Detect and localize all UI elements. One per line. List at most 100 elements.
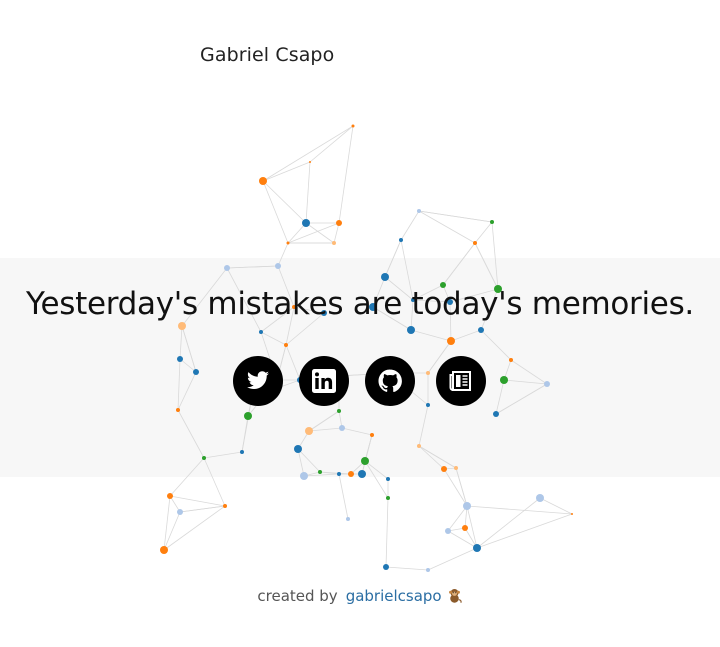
network-nodes <box>160 124 573 572</box>
newspaper-icon <box>449 371 471 391</box>
twitter-link[interactable] <box>233 356 283 406</box>
network-edge <box>169 495 226 507</box>
network-edge <box>418 445 457 469</box>
network-node <box>305 427 313 435</box>
network-node <box>259 330 263 334</box>
network-node <box>284 343 288 347</box>
network-edge <box>309 125 354 163</box>
network-edge <box>305 161 311 224</box>
network-node <box>294 445 302 453</box>
network-node <box>178 322 186 330</box>
network-node <box>286 241 290 245</box>
network-edge <box>179 325 183 360</box>
site-title: Gabriel Csapo <box>200 44 335 66</box>
network-node <box>176 408 180 412</box>
network-edge <box>179 358 197 373</box>
network-node <box>160 546 168 554</box>
network-edge <box>297 448 321 473</box>
network-edge <box>333 222 340 244</box>
network-node <box>318 470 322 474</box>
footer: created by gabrielcsapo <box>0 587 720 605</box>
network-edge <box>364 460 389 499</box>
linkedin-icon <box>312 369 336 393</box>
github-icon <box>378 369 402 393</box>
network-edge <box>385 566 429 571</box>
network-node <box>463 502 471 510</box>
twitter-icon <box>247 371 269 389</box>
network-node <box>167 493 173 499</box>
network-edge <box>474 221 493 244</box>
hero-quote: Yesterday's mistakes are today's memorie… <box>26 286 694 322</box>
linkedin-link[interactable] <box>299 356 349 406</box>
network-node <box>223 504 227 508</box>
network-edge <box>287 222 307 244</box>
network-node <box>177 356 183 362</box>
network-node <box>500 376 508 384</box>
network-edge <box>495 379 505 415</box>
network-node <box>571 513 573 515</box>
network-edge <box>476 497 541 549</box>
network-node <box>240 450 244 454</box>
network-node <box>339 425 345 431</box>
network-node <box>441 466 447 472</box>
network-edge <box>297 448 305 477</box>
network-node <box>381 273 389 281</box>
network-node <box>445 528 451 534</box>
network-node <box>259 177 267 185</box>
network-node <box>370 433 374 437</box>
network-edge <box>410 329 452 342</box>
network-edge <box>181 325 197 373</box>
network-edge <box>364 460 389 480</box>
network-node <box>337 472 341 476</box>
network-node <box>462 525 468 531</box>
author-link[interactable]: gabrielcsapo <box>346 587 442 605</box>
network-node <box>478 327 484 333</box>
network-edge <box>262 180 289 244</box>
network-node <box>309 161 311 163</box>
network-edge <box>277 242 289 267</box>
network-edge <box>400 210 420 241</box>
network-edge <box>476 513 573 549</box>
network-edge <box>341 427 373 436</box>
network-edge <box>466 505 573 515</box>
network-edge <box>418 404 429 447</box>
network-edge <box>203 457 226 507</box>
network-node <box>346 517 350 521</box>
network-edge <box>338 125 354 224</box>
network-edge <box>455 467 468 507</box>
network-edge <box>385 497 389 568</box>
network-edge <box>262 161 311 182</box>
network-node <box>202 456 206 460</box>
network-edge <box>226 265 279 269</box>
network-node <box>300 472 308 480</box>
network-edge <box>308 427 343 432</box>
network-node <box>417 444 421 448</box>
blog-link[interactable] <box>436 356 486 406</box>
network-node <box>177 509 183 515</box>
network-edge <box>418 210 476 244</box>
network-node <box>509 358 513 362</box>
network-edge <box>308 410 340 432</box>
network-edge <box>418 445 445 470</box>
network-node <box>332 241 336 245</box>
network-node <box>224 265 230 271</box>
network-edge <box>169 457 205 497</box>
network-edge <box>503 379 548 385</box>
network-node <box>383 564 389 570</box>
network-node <box>244 412 252 420</box>
network-node <box>337 409 341 413</box>
network-edge <box>177 358 181 411</box>
network-graph-background <box>160 124 573 572</box>
network-edge <box>447 530 478 549</box>
network-node <box>454 466 458 470</box>
network-node <box>490 220 494 224</box>
social-icons <box>233 356 493 406</box>
github-link[interactable] <box>365 356 415 406</box>
network-node <box>417 209 421 213</box>
network-node <box>544 381 550 387</box>
network-node <box>302 219 310 227</box>
network-node <box>336 220 342 226</box>
network-node <box>386 477 390 481</box>
network-node <box>358 470 366 478</box>
network-node <box>493 411 499 417</box>
